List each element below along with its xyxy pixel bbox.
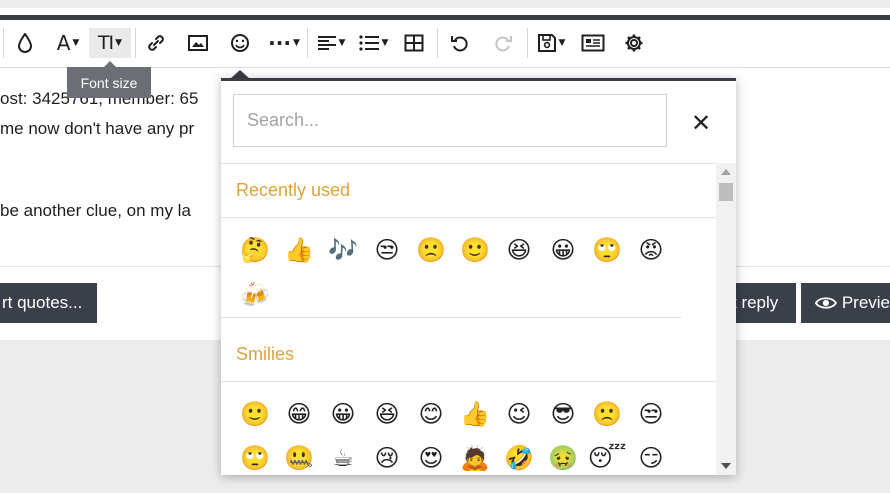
emoji-item[interactable]: 😀: [321, 392, 365, 436]
scroll-up-arrow[interactable]: [721, 169, 731, 175]
emoji-item[interactable]: 🙂: [453, 228, 497, 272]
emoji-item[interactable]: 👍: [453, 392, 497, 436]
preview-button[interactable]: Previe: [801, 283, 890, 323]
recent-section: Recently used 🤔 👍 🎶 😒 🙁 🙂 😆 😀 🙄 😡 🍻: [221, 164, 716, 318]
emoji-item[interactable]: 😒: [629, 392, 673, 436]
font-size-tooltip: Font size: [67, 61, 151, 98]
chevron-down-icon: ▼: [338, 38, 346, 48]
emoji-item[interactable]: 🤣: [497, 436, 541, 475]
emoji-item[interactable]: 🍻: [233, 273, 277, 317]
emoji-item[interactable]: 🙁: [409, 228, 453, 272]
table-icon[interactable]: [401, 28, 427, 58]
font-size-label: TI: [97, 32, 114, 54]
more-label: ···: [268, 31, 291, 55]
emoji-picker: ✕ Recently used 🤔👍🎶😒🙁🙂😆😀🙄😡🍻 Smilies 🙂😁😀😆…: [221, 78, 736, 475]
gear-icon[interactable]: [621, 28, 647, 58]
emoji-item[interactable]: 🙇: [453, 436, 497, 475]
emoji-item[interactable]: ☕: [321, 436, 365, 475]
scroll-down-arrow[interactable]: [721, 463, 731, 469]
recent-emoji-grid: 🤔 👍 🎶 😒 🙁 🙂 😆 😀 🙄 😡 🍻: [221, 218, 681, 318]
emoji-item[interactable]: 😏: [629, 436, 673, 475]
emoji-item[interactable]: 🤔: [233, 228, 277, 272]
font-color-button[interactable]: A ▼: [50, 28, 86, 58]
toolbar-separator: [527, 28, 528, 58]
insert-quotes-label: rt quotes...: [2, 293, 83, 312]
emoji-item[interactable]: 👍: [277, 228, 321, 272]
editor-line[interactable]: me now don't have any pr: [0, 119, 194, 139]
emoji-item[interactable]: 😎: [541, 392, 585, 436]
list-button[interactable]: ▼: [355, 28, 391, 58]
close-icon[interactable]: ✕: [687, 109, 715, 137]
font-size-button[interactable]: TI ▼: [89, 28, 131, 58]
link-icon[interactable]: [143, 28, 169, 58]
top-strip: [0, 0, 890, 8]
emoji-item[interactable]: 😡: [629, 228, 673, 272]
preview-card-icon[interactable]: [580, 28, 606, 58]
smiley-icon[interactable]: [227, 28, 253, 58]
toolbar-separator: [3, 28, 4, 58]
emoji-item[interactable]: 🤢: [541, 436, 585, 475]
undo-icon[interactable]: [447, 28, 473, 58]
droplet-icon[interactable]: [12, 28, 38, 58]
chevron-down-icon: ▼: [558, 38, 566, 48]
redo-icon[interactable]: [490, 28, 516, 58]
emoji-item[interactable]: 🙄: [233, 436, 277, 475]
recent-section-title: Recently used: [221, 164, 716, 218]
smilies-section-title: Smilies: [221, 328, 716, 382]
emoji-item[interactable]: 🙄: [585, 228, 629, 272]
eye-icon: [815, 297, 837, 309]
preview-label: Previe: [841, 293, 890, 312]
editor-line[interactable]: be another clue, on my la: [0, 201, 191, 221]
post-reply-label: t reply: [732, 293, 779, 312]
editor-toolbar: A ▼ TI ▼ ··· ▼ ▼ ▼ ▼: [0, 20, 890, 68]
emoji-item[interactable]: 😁: [277, 392, 321, 436]
emoji-item[interactable]: 😆: [365, 392, 409, 436]
emoji-item[interactable]: 😆: [497, 228, 541, 272]
emoji-item[interactable]: 😒: [365, 228, 409, 272]
emoji-scroll-area[interactable]: Recently used 🤔 👍 🎶 😒 🙁 🙂 😆 😀 🙄 😡 🍻 Smilies 🙂 😁 😀 😆 😊 👍…: [221, 163, 716, 475]
chevron-down-icon: ▼: [115, 38, 123, 48]
save-draft-button[interactable]: ▼: [533, 28, 569, 58]
emoji-item[interactable]: 😴: [585, 436, 629, 475]
emoji-item[interactable]: 😀: [541, 228, 585, 272]
chevron-down-icon: ▼: [72, 38, 80, 48]
align-button[interactable]: ▼: [313, 28, 349, 58]
emoji-item[interactable]: 🙁: [585, 392, 629, 436]
emoji-item[interactable]: 🙂: [233, 392, 277, 436]
toolbar-separator: [437, 28, 438, 58]
more-options-button[interactable]: ··· ▼: [266, 28, 302, 58]
chevron-down-icon: ▼: [292, 38, 300, 48]
font-color-label: A: [56, 31, 71, 55]
toolbar-separator: [135, 28, 136, 58]
scroll-thumb[interactable]: [719, 183, 733, 201]
toolbar-separator: [307, 28, 308, 58]
smilies-emoji-grid: 🙂 😁 😀 😆 😊 👍 😉 😎 🙁 😒 🙄 🤐 ☕ 😢 😍 🙇 🤣 🤢 😴 😏: [221, 382, 693, 475]
smilies-section: Smilies 🙂 😁 😀 😆 😊 👍 😉 😎 🙁 😒 🙄 🤐 ☕ 😢 😍 🙇 🤣 🤢 😴 😏: [221, 328, 716, 475]
emoji-item[interactable]: 😉: [497, 392, 541, 436]
scrollbar[interactable]: [716, 163, 736, 475]
emoji-item[interactable]: 😊: [409, 392, 453, 436]
image-icon[interactable]: [185, 28, 211, 58]
emoji-item[interactable]: 😢: [365, 436, 409, 475]
emoji-item[interactable]: 🤐: [277, 436, 321, 475]
emoji-item[interactable]: 🎶: [321, 228, 365, 272]
insert-quotes-button[interactable]: rt quotes...: [0, 283, 97, 323]
chevron-down-icon: ▼: [381, 38, 389, 48]
emoji-item[interactable]: 😍: [409, 436, 453, 475]
emoji-search-input[interactable]: [233, 94, 667, 147]
